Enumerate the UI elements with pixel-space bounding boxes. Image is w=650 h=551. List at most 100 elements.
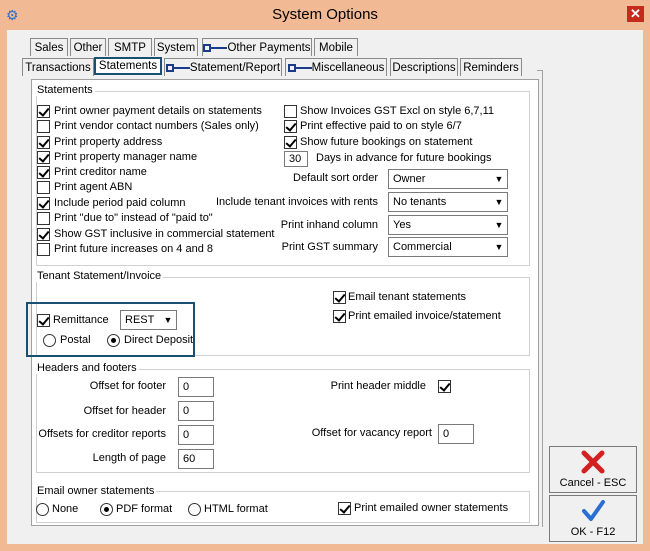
checkmark-icon [582,500,605,521]
sort-order-select[interactable]: Owner ▼ [388,169,508,189]
tenant-invoices-select[interactable]: No tenants ▼ [388,192,508,212]
remittance-checkbox[interactable] [37,314,50,327]
check-future-bookings[interactable] [284,136,297,149]
inhand-column-label: Print inhand column [280,219,378,231]
remittance-value: REST [125,314,155,326]
key-icon [165,63,190,72]
check-effective-paid-label: Print effective paid to on style 6/7 [300,120,462,132]
check-vendor-contact[interactable] [37,120,50,133]
direct-deposit-radio[interactable] [107,334,120,347]
check-future-increases[interactable] [37,243,50,256]
chevron-down-icon: ▼ [494,197,504,207]
tab-transactions[interactable]: Transactions [22,58,94,76]
check-due-to[interactable] [37,212,50,225]
inhand-column-value: Yes [393,219,411,231]
check-owner-payment-details-label: Print owner payment details on statement… [54,105,262,117]
check-creditor-name[interactable] [37,166,50,179]
tab-sales[interactable]: Sales [30,38,68,56]
offset-header-input[interactable]: 0 [178,401,214,421]
window-frame-bottom [0,544,650,551]
cancel-button[interactable]: Cancel - ESC [549,446,637,493]
check-property-address-label: Print property address [54,136,163,148]
tenant-invoices-value: No tenants [393,196,447,208]
tab-reminders[interactable]: Reminders [460,58,522,76]
direct-deposit-label: Direct Deposit [124,334,194,346]
tenant-group-label: Tenant Statement/Invoice [35,270,164,282]
window-title: System Options [272,6,378,23]
tab-miscellaneous-label: Miscellaneous [311,62,385,74]
sort-order-label: Default sort order [293,172,378,184]
email-pdf-radio[interactable] [100,503,113,516]
inhand-column-select[interactable]: Yes ▼ [388,215,508,235]
print-header-middle-label: Print header middle [330,380,426,392]
check-invoices-gst-excl-label: Show Invoices GST Excl on style 6,7,11 [300,105,495,117]
gst-summary-label: Print GST summary [281,241,378,253]
check-invoices-gst-excl[interactable] [284,105,297,118]
check-gst-inclusive[interactable] [37,228,50,241]
tab-other[interactable]: Other [70,38,106,56]
email-pdf-label: PDF format [116,503,173,515]
tab-statements[interactable]: Statements [94,57,162,75]
check-future-increases-label: Print future increases on 4 and 8 [54,243,213,255]
ok-button-label: OK - F12 [570,526,616,538]
key-icon [287,63,312,72]
check-period-paid[interactable] [37,197,50,210]
vacancy-offset-input[interactable]: 0 [438,424,474,444]
statements-group-label: Statements [35,84,95,96]
ok-button[interactable]: OK - F12 [549,495,637,542]
gst-summary-value: Commercial [393,241,452,253]
postal-radio[interactable] [43,334,56,347]
tab-smtp[interactable]: SMTP [108,38,152,56]
tenant-invoices-label: Include tenant invoices with rents [215,196,378,208]
email-html-radio[interactable] [188,503,201,516]
offset-footer-input[interactable]: 0 [178,377,214,397]
check-agent-abn[interactable] [37,181,50,194]
tab-other-payments[interactable]: Other Payments [202,38,312,56]
check-vendor-contact-label: Print vendor contact numbers (Sales only… [54,120,259,132]
check-property-manager-label: Print property manager name [54,151,198,163]
check-property-manager[interactable] [37,151,50,164]
creditor-offsets-label: Offsets for creditor reports [38,428,166,440]
sort-order-value: Owner [393,173,426,185]
check-owner-payment-details[interactable] [37,105,50,118]
vacancy-offset-label: Offset for vacancy report [311,427,432,439]
check-property-address[interactable] [37,136,50,149]
window-frame-left [0,30,7,551]
tab-statement-report[interactable]: Statement/Report [164,58,282,76]
check-period-paid-label: Include period paid column [54,197,186,209]
print-emailed-owner-checkbox[interactable] [338,502,351,515]
close-button[interactable]: ✕ [627,6,644,22]
check-effective-paid[interactable] [284,120,297,133]
statements-panel: Statements Print owner payment details o… [26,79,539,526]
length-page-input[interactable]: 60 [178,449,214,469]
email-tenant-checkbox[interactable] [333,291,346,304]
remittance-select[interactable]: REST ▼ [120,310,177,330]
check-due-to-label: Print "due to" instead of "paid to" [54,212,213,224]
tab-miscellaneous[interactable]: Miscellaneous [285,58,387,76]
offset-header-label: Offset for header [83,405,166,417]
days-advance-label: Days in advance for future bookings [316,152,492,164]
gst-summary-select[interactable]: Commercial ▼ [388,237,508,257]
print-emailed-invoice-checkbox[interactable] [333,310,346,323]
cancel-icon [581,450,605,474]
creditor-offsets-input[interactable]: 0 [178,425,214,445]
headers-group-label: Headers and footers [35,362,139,374]
tab-descriptions[interactable]: Descriptions [390,58,458,76]
window-frame-right [643,30,650,551]
close-icon: ✕ [630,6,641,21]
email-owner-group-label: Email owner statements [35,485,157,497]
chevron-down-icon: ▼ [494,174,504,184]
chevron-down-icon: ▼ [494,220,504,230]
email-none-label: None [52,503,79,515]
email-none-radio[interactable] [36,503,49,516]
remittance-label: Remittance [53,314,109,326]
check-future-bookings-label: Show future bookings on statement [300,136,473,148]
chevron-down-icon: ▼ [494,242,504,252]
postal-label: Postal [60,334,91,346]
days-advance-input[interactable]: 30 [284,151,308,167]
tab-mobile[interactable]: Mobile [314,38,358,56]
tab-system[interactable]: System [154,38,198,56]
print-header-middle-checkbox[interactable] [438,380,451,393]
check-agent-abn-label: Print agent ABN [54,181,133,193]
print-emailed-owner-label: Print emailed owner statements [354,502,509,514]
